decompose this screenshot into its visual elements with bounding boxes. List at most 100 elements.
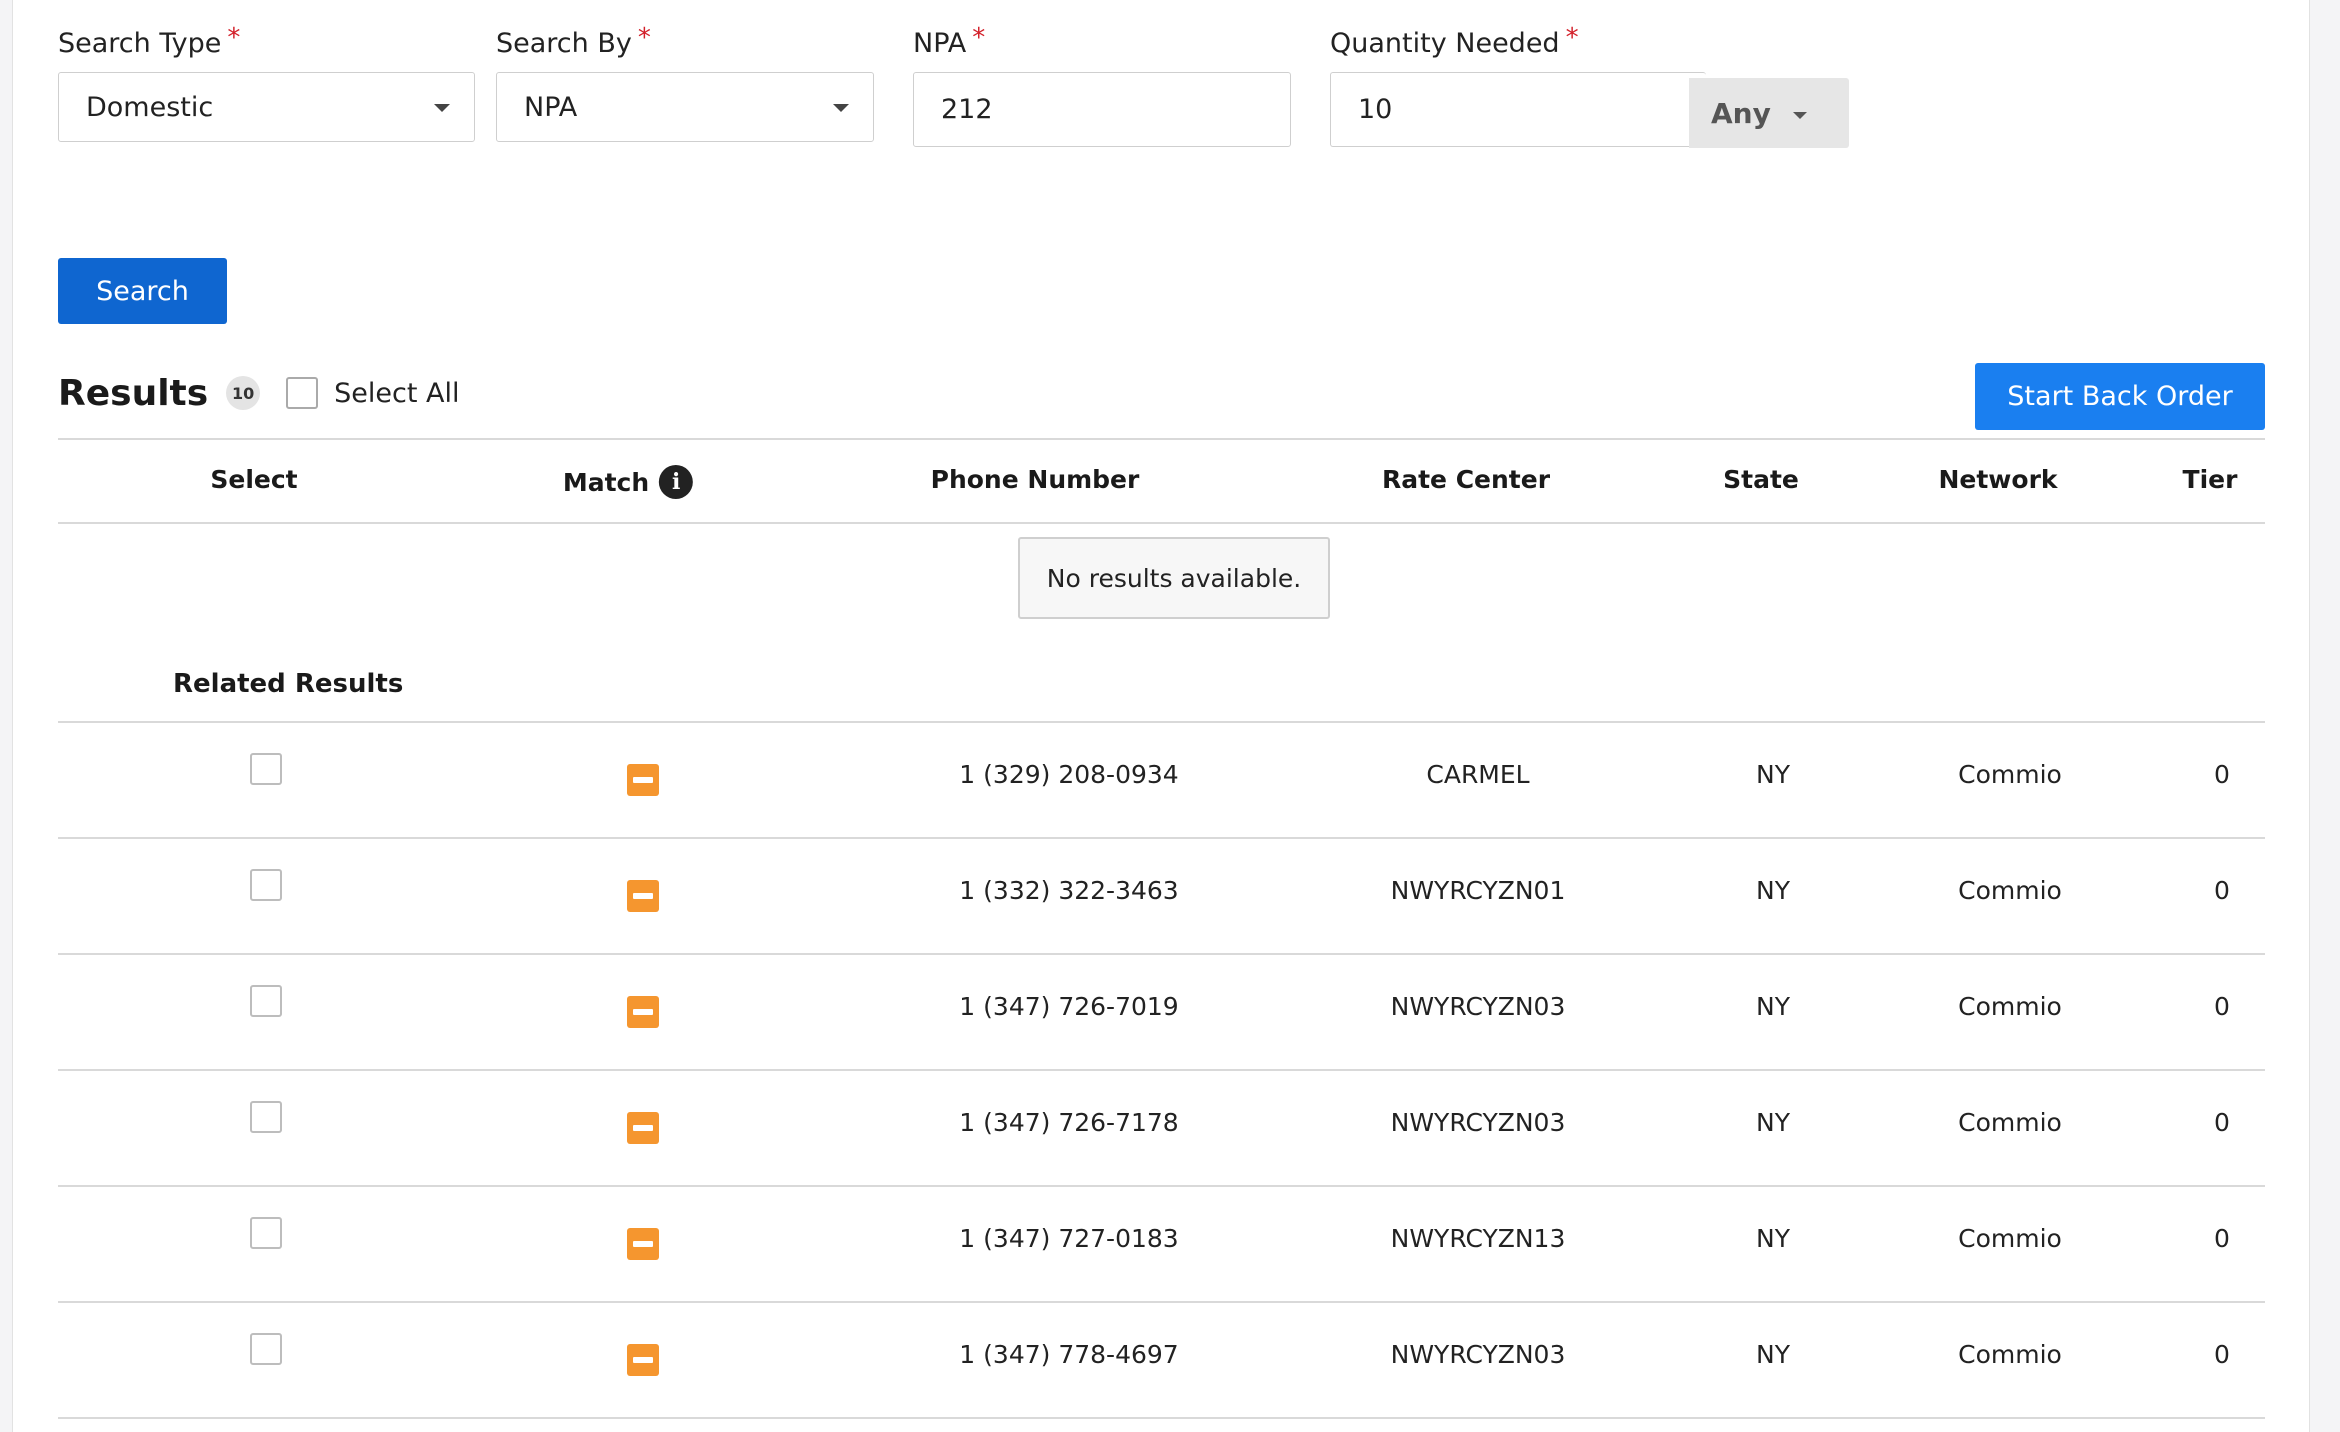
required-marker: * <box>972 23 986 53</box>
column-header-label: Rate Center <box>1381 465 1551 494</box>
row-select-checkbox[interactable] <box>250 1333 282 1365</box>
quantity-modifier-select[interactable]: Any <box>1689 78 1849 148</box>
info-icon[interactable]: i <box>659 465 694 499</box>
column-header-network: Network <box>1938 465 2057 494</box>
search-by-field: Search By * <box>496 23 651 64</box>
phone-number: 1 (347) 778-4697 <box>959 1340 1179 1369</box>
column-header-label: State <box>1723 465 1799 494</box>
column-header-label: Tier <box>2182 465 2238 494</box>
row-select-checkbox[interactable] <box>250 753 282 785</box>
state: NY <box>1756 1108 1790 1137</box>
column-header-label: Network <box>1938 465 2058 494</box>
row-select-checkbox[interactable] <box>250 869 282 901</box>
quantity-label: Quantity Needed <box>1330 28 1560 59</box>
network: Commio <box>1958 1224 2062 1253</box>
npa-field: NPA * <box>913 23 986 64</box>
search-type-select[interactable]: Domestic <box>58 72 475 142</box>
select-all-label[interactable]: Select All <box>334 378 459 409</box>
match-bar <box>633 893 653 899</box>
row-divider <box>58 1417 2265 1419</box>
search-button[interactable]: Search <box>58 258 227 324</box>
search-by-value: NPA <box>524 91 578 123</box>
rate-center: CARMEL <box>1426 760 1530 789</box>
column-header-label: Phone Number <box>930 465 1140 494</box>
rate-center: NWYRCYZN03 <box>1390 1108 1566 1137</box>
npa-input[interactable]: 212 <box>913 72 1291 147</box>
rate-center: NWYRCYZN03 <box>1390 992 1566 1021</box>
quantity-field: Quantity Needed * <box>1330 23 1579 64</box>
row-select-checkbox[interactable] <box>250 1217 282 1249</box>
column-header-select: Select <box>210 465 297 494</box>
npa-value: 212 <box>941 94 993 125</box>
results-header: Results 10 Select All <box>58 368 460 418</box>
match-bar <box>633 1125 653 1131</box>
tier: 0 <box>2214 992 2230 1021</box>
state: NY <box>1756 1340 1790 1369</box>
search-type-value: Domestic <box>86 91 214 123</box>
state: NY <box>1756 760 1790 789</box>
related-results-title: Related Results <box>173 669 404 699</box>
state: NY <box>1756 992 1790 1021</box>
quantity-modifier-value: Any <box>1711 96 1771 130</box>
divider <box>58 438 2265 440</box>
quantity-input[interactable]: 10 <box>1330 72 1706 147</box>
caret-down-icon <box>1792 111 1807 119</box>
phone-number: 1 (347) 727-0183 <box>959 1224 1179 1253</box>
partial-match-icon <box>627 880 659 912</box>
partial-match-icon <box>627 996 659 1028</box>
npa-label: NPA <box>913 28 967 59</box>
partial-match-icon <box>627 1228 659 1260</box>
tier: 0 <box>2214 1340 2230 1369</box>
partial-match-icon <box>627 764 659 796</box>
tier: 0 <box>2214 876 2230 905</box>
state: NY <box>1756 1224 1790 1253</box>
column-header-phone: Phone Number <box>931 465 1140 494</box>
rate-center: NWYRCYZN13 <box>1390 1224 1566 1253</box>
required-marker: * <box>637 23 651 53</box>
row-select-checkbox[interactable] <box>250 1101 282 1133</box>
match-bar <box>633 777 653 783</box>
state: NY <box>1756 876 1790 905</box>
table-row: 1 (347) 727-0183 NWYRCYZN13 NY Commio 0 <box>58 1187 2265 1303</box>
match-bar <box>633 1241 653 1247</box>
network: Commio <box>1958 1340 2062 1369</box>
column-header-state: State <box>1723 465 1799 494</box>
column-header-label: Select <box>210 465 298 494</box>
row-select-checkbox[interactable] <box>250 985 282 1017</box>
no-results-message: No results available. <box>1018 537 1330 619</box>
network: Commio <box>1958 760 2062 789</box>
phone-number: 1 (347) 726-7178 <box>959 1108 1179 1137</box>
column-header-label: Match <box>562 467 650 497</box>
table-row: 1 (347) 726-7178 NWYRCYZN03 NY Commio 0 <box>58 1071 2265 1187</box>
tier: 0 <box>2214 1108 2230 1137</box>
column-header-match: Match i <box>562 465 694 499</box>
results-title: Results <box>58 372 209 414</box>
rate-center: NWYRCYZN03 <box>1390 1340 1566 1369</box>
phone-number: 1 (347) 726-7019 <box>959 992 1179 1021</box>
phone-number: 1 (332) 322-3463 <box>959 876 1179 905</box>
required-marker: * <box>227 23 241 53</box>
search-by-select[interactable]: NPA <box>496 72 874 142</box>
match-bar <box>633 1357 653 1363</box>
match-bar <box>633 1009 653 1015</box>
divider <box>58 522 2265 524</box>
rate-center: NWYRCYZN01 <box>1390 876 1566 905</box>
table-row: 1 (347) 726-7019 NWYRCYZN03 NY Commio 0 <box>58 955 2265 1071</box>
quantity-value: 10 <box>1358 94 1393 125</box>
phone-number: 1 (329) 208-0934 <box>959 760 1179 789</box>
start-back-order-button[interactable]: Start Back Order <box>1975 363 2265 430</box>
tier: 0 <box>2214 760 2230 789</box>
caret-down-icon <box>833 104 849 112</box>
search-type-label: Search Type <box>58 28 222 59</box>
partial-match-icon <box>627 1344 659 1376</box>
select-all-checkbox[interactable] <box>286 377 319 409</box>
network: Commio <box>1958 992 2062 1021</box>
search-by-label: Search By <box>496 28 632 59</box>
search-panel: Search Type * Domestic Search By * NPA N… <box>12 0 2310 1432</box>
table-row: 1 (347) 778-4697 NWYRCYZN03 NY Commio 0 <box>58 1303 2265 1419</box>
required-marker: * <box>1565 23 1579 53</box>
network: Commio <box>1958 1108 2062 1137</box>
search-type-field: Search Type * <box>58 23 241 64</box>
table-row: 1 (332) 322-3463 NWYRCYZN01 NY Commio 0 <box>58 839 2265 955</box>
network: Commio <box>1958 876 2062 905</box>
